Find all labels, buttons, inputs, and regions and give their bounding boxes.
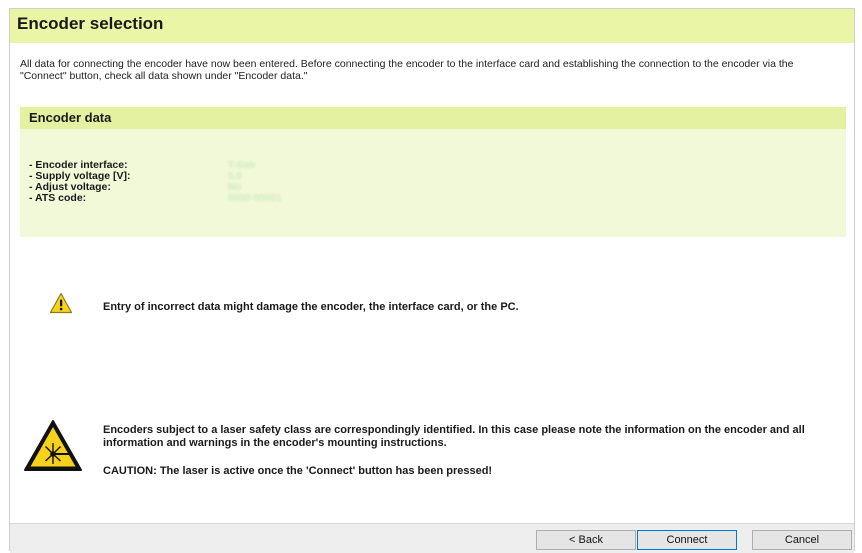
- laser-caution-text: CAUTION: The laser is active once the 'C…: [103, 465, 493, 477]
- intro-text: All data for connecting the encoder have…: [20, 58, 794, 82]
- encoder-data-header: Encoder data: [20, 107, 846, 129]
- ats-code-label: - ATS code:: [29, 192, 87, 204]
- supply-voltage-value: 5.0: [228, 171, 242, 182]
- encoder-data-panel: - Encoder interface: T-Sab - Supply volt…: [20, 129, 846, 237]
- page-title: Encoder selection: [17, 14, 164, 33]
- button-bar: < Back Connect Cancel: [10, 523, 854, 553]
- ats-code-value: 0000-00001: [228, 193, 282, 204]
- warning-text: Entry of incorrect data might damage the…: [103, 301, 519, 313]
- laser-info-text: Encoders subject to a laser safety class…: [103, 424, 805, 449]
- encoder-selection-dialog: Encoder selection All data for connectin…: [9, 8, 855, 553]
- cancel-button[interactable]: Cancel: [752, 530, 852, 550]
- encoder-data-title: Encoder data: [29, 110, 112, 125]
- title-bar: Encoder selection: [10, 9, 854, 43]
- connect-button[interactable]: Connect: [637, 530, 737, 550]
- back-button[interactable]: < Back: [536, 530, 636, 550]
- warning-icon: [49, 292, 73, 319]
- laser-warning-icon: [23, 419, 83, 478]
- encoder-interface-value: T-Sab: [228, 160, 256, 171]
- adjust-voltage-value: No: [228, 182, 242, 193]
